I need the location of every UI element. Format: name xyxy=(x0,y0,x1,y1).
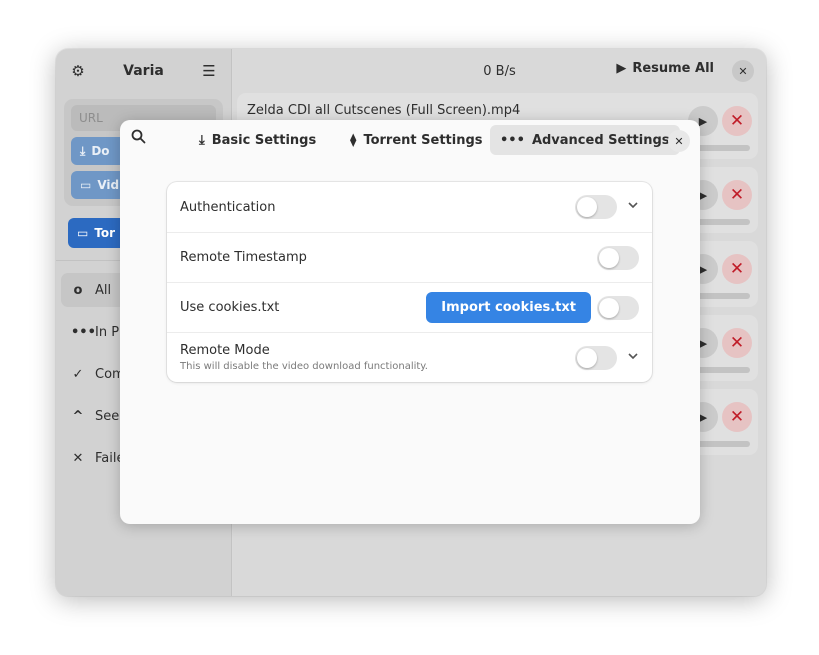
resume-all-label: Resume All xyxy=(632,61,714,76)
row-subtitle: This will disable the video download fun… xyxy=(180,361,428,372)
close-window-button[interactable]: ✕ xyxy=(732,60,754,82)
download-name: Zelda CDI all Cutscenes (Full Screen).mp… xyxy=(247,103,521,118)
remote-timestamp-switch[interactable] xyxy=(597,246,639,270)
gear-icon[interactable]: ⚙ xyxy=(66,59,90,83)
video-icon: ▭ xyxy=(80,178,92,192)
cancel-icon[interactable]: ✕ xyxy=(722,402,752,432)
folder-icon: ▭ xyxy=(77,226,89,240)
row-text: Remote Mode This will disable the video … xyxy=(180,343,428,372)
tab-label: Torrent Settings xyxy=(363,132,483,148)
remote-timestamp-row: Remote Timestamp xyxy=(167,232,652,282)
tab-label: Advanced Settings xyxy=(531,132,670,148)
content-header: 0 B/s ▶ Resume All ✕ xyxy=(233,49,766,93)
filter-label: All xyxy=(95,282,112,298)
authentication-switch[interactable] xyxy=(575,195,617,219)
download-icon: ⤓ xyxy=(80,143,86,158)
circle-icon: o xyxy=(73,282,83,298)
remote-mode-switch[interactable] xyxy=(575,346,617,370)
row-label: Use cookies.txt xyxy=(180,300,280,315)
tab-advanced-settings[interactable]: ••• Advanced Settings xyxy=(490,125,680,155)
video-button-label: Vid xyxy=(97,178,120,192)
chevron-down-icon[interactable] xyxy=(627,350,639,365)
cancel-icon[interactable]: ✕ xyxy=(722,328,752,358)
download-button-label: Do xyxy=(91,144,110,158)
search-icon[interactable] xyxy=(131,129,146,148)
check-icon: ✓ xyxy=(72,366,84,382)
chevron-up-icon: ^ xyxy=(72,408,84,424)
switch-knob xyxy=(577,197,597,217)
app-title: Varia xyxy=(123,63,164,79)
row-label: Authentication xyxy=(180,199,276,215)
sidebar-header: ⚙ Varia ☰ xyxy=(56,49,231,93)
cancel-icon[interactable]: ✕ xyxy=(722,180,752,210)
more-dots-icon: ••• xyxy=(500,132,525,148)
switch-knob xyxy=(599,248,619,268)
torrent-button-label: Tor xyxy=(94,226,116,240)
cancel-icon[interactable]: ✕ xyxy=(722,254,752,284)
chevron-down-icon[interactable] xyxy=(627,199,639,214)
download-icon: ⤓ xyxy=(199,132,205,148)
row-label: Remote Mode xyxy=(180,343,270,358)
row-label: Remote Timestamp xyxy=(180,250,307,265)
close-dialog-button[interactable]: ✕ xyxy=(668,130,690,152)
switch-knob xyxy=(599,298,619,318)
tab-basic-settings[interactable]: ⤓ Basic Settings xyxy=(189,125,326,155)
cookies-row: Use cookies.txt Import cookies.txt xyxy=(167,282,652,332)
tab-label: Basic Settings xyxy=(211,132,317,148)
resume-all-button[interactable]: ▶ Resume All xyxy=(616,61,714,76)
dialog-header: ⤓ Basic Settings ⧫ Torrent Settings ••• … xyxy=(120,120,700,162)
torrent-icon: ⧫ xyxy=(350,132,357,148)
hamburger-menu-icon[interactable]: ☰ xyxy=(197,59,221,83)
dots-icon: ••• xyxy=(71,324,96,340)
advanced-settings-list: Authentication Remote Timestamp Use cook… xyxy=(167,182,652,382)
cookies-switch[interactable] xyxy=(597,296,639,320)
cancel-icon[interactable]: ✕ xyxy=(722,106,752,136)
x-icon: ✕ xyxy=(72,450,84,466)
switch-knob xyxy=(577,348,597,368)
authentication-row[interactable]: Authentication xyxy=(167,182,652,232)
play-icon: ▶ xyxy=(616,61,627,76)
preferences-dialog: ⤓ Basic Settings ⧫ Torrent Settings ••• … xyxy=(120,120,700,524)
import-cookies-button[interactable]: Import cookies.txt xyxy=(426,292,591,323)
remote-mode-row[interactable]: Remote Mode This will disable the video … xyxy=(167,332,652,382)
tab-torrent-settings[interactable]: ⧫ Torrent Settings xyxy=(340,125,493,155)
